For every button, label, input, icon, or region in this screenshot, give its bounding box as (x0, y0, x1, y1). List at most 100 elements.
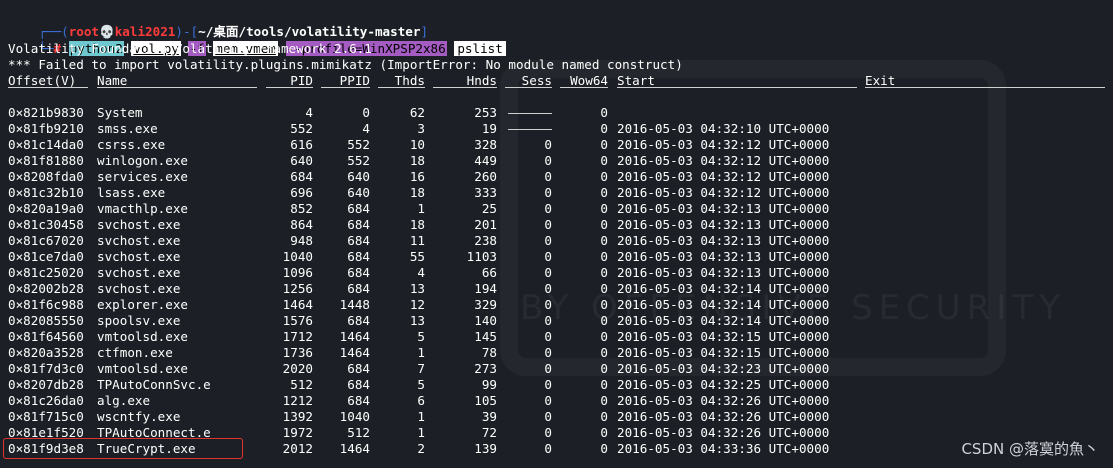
cell-wow64: 0 (600, 425, 608, 440)
cell-thds: 18 (409, 185, 425, 200)
cell-name: vmacthlp.exe (97, 201, 188, 216)
cell-offset: 0×81f715c0 (8, 409, 84, 424)
cell-offset: 0×821b9830 (8, 105, 84, 120)
cell-wow64: 0 (600, 377, 608, 392)
cell-thds: 18 (409, 217, 425, 232)
cell-offset: 0×81f64560 (8, 329, 84, 344)
cell-sess: 0 (544, 393, 552, 408)
cell-thds: 5 (417, 377, 425, 392)
cell-thds: 4 (417, 265, 425, 280)
cell-wow64: 0 (600, 361, 608, 376)
cmd-plugin: pslist (454, 41, 506, 56)
cell-offset: 0×81c67020 (8, 233, 84, 248)
cell-hnds: 25 (481, 201, 497, 216)
command-line[interactable]: └─# python2 vol.py -f mem.vmem --profile… (8, 25, 506, 56)
csdn-watermark: CSDN @落寞的魚丶 (961, 440, 1099, 458)
cell-name: spoolsv.exe (97, 313, 181, 328)
cell-name: wscntfy.exe (97, 409, 181, 424)
cell-sess: 0 (544, 345, 552, 360)
cell-hnds: 145 (474, 329, 497, 344)
cell-pid: 1736 (282, 345, 313, 360)
cell-offset: 0×820a19a0 (8, 201, 84, 216)
cell-name: System (97, 105, 143, 120)
terminal-window[interactable]: BY OFFENSIVE SECURITY ┌──(root💀kali2021)… (0, 0, 1113, 468)
cell-pid: 1212 (282, 393, 313, 408)
cell-hnds: 105 (474, 393, 497, 408)
cell-sess: 0 (544, 297, 552, 312)
cell-offset: 0×81f7d3c0 (8, 361, 84, 376)
table-row: 0×81c14da0 csrss.exe 616 552 10 328 0 0 2016-05-… (8, 137, 1108, 153)
cell-start: 2016-05-03 04:32:13 UTC+0000 (617, 249, 830, 264)
cell-name: svchost.exe (97, 281, 181, 296)
cell-ppid: 1464 (339, 329, 370, 344)
cell-ppid: 640 (347, 169, 370, 184)
cell-thds: 16 (409, 169, 425, 184)
header-underline (617, 87, 857, 88)
cell-offset: 0×81c26da0 (8, 393, 84, 408)
cell-start: 2016-05-03 04:32:12 UTC+0000 (617, 153, 830, 168)
cell-pid: 696 (290, 185, 313, 200)
cell-offset: 0×8208fda0 (8, 169, 84, 184)
cell-offset: 0×81ce7da0 (8, 249, 84, 264)
cell-sess: 0 (544, 441, 552, 456)
table-row: 0×820a19a0 vmacthlp.exe 852 684 1 25 0 0 2016-05… (8, 201, 1108, 217)
cell-sess: 0 (544, 201, 552, 216)
cell-pid: 1972 (282, 425, 313, 440)
cell-offset: 0×81fb9210 (8, 121, 84, 136)
cell-start: 2016-05-03 04:32:26 UTC+0000 (617, 425, 830, 440)
cell-pid: 512 (290, 377, 313, 392)
table-row: 0×81c26da0 alg.exe 1212 684 6 105 0 0 2016-05-03… (8, 393, 1108, 409)
cell-hnds: 329 (474, 297, 497, 312)
cell-name: services.exe (97, 169, 188, 184)
cell-hnds: 194 (474, 281, 497, 296)
table-row: 0×821b9830 System 4 0 62 253 0 (8, 105, 1108, 121)
cell-pid: 1392 (282, 409, 313, 424)
header-underline (378, 87, 425, 88)
cell-start: 2016-05-03 04:32:15 UTC+0000 (617, 329, 830, 344)
cell-ppid: 684 (347, 361, 370, 376)
warning-line: *** Failed to import volatility.plugins.… (8, 57, 683, 72)
cell-wow64: 0 (600, 345, 608, 360)
cell-thds: 11 (409, 233, 425, 248)
header-underline (505, 87, 552, 88)
cell-pid: 864 (290, 217, 313, 232)
cell-hnds: 78 (481, 345, 497, 360)
cell-thds: 10 (409, 137, 425, 152)
cell-sess: 0 (544, 169, 552, 184)
cell-hnds: 201 (474, 217, 497, 232)
cell-ppid: 684 (347, 393, 370, 408)
cell-wow64: 0 (600, 153, 608, 168)
cell-sess: 0 (544, 377, 552, 392)
cell-ppid: 684 (347, 377, 370, 392)
cell-ppid: 4 (362, 121, 370, 136)
banner-line: Volatility Foundation Volatility Framewo… (8, 41, 372, 56)
cell-ppid: 684 (347, 233, 370, 248)
cell-thds: 2 (417, 441, 425, 456)
cell-ppid: 640 (347, 185, 370, 200)
cell-pid: 1464 (282, 297, 313, 312)
cell-sess: 0 (544, 233, 552, 248)
cell-hnds: 39 (481, 409, 497, 424)
cell-hnds: 253 (474, 105, 497, 120)
cell-sess: 0 (544, 185, 552, 200)
table-row: 0×820a3528 ctfmon.exe 1736 1464 1 78 0 0 2016-05… (8, 345, 1108, 361)
cell-thds: 5 (417, 329, 425, 344)
cell-ppid: 1040 (339, 409, 370, 424)
table-row: 0×8208fda0 services.exe 684 640 16 260 0 0 2016-… (8, 169, 1108, 185)
cell-name: svchost.exe (97, 233, 181, 248)
cell-thds: 7 (417, 361, 425, 376)
cell-name: winlogon.exe (97, 153, 188, 168)
cell-sess: 0 (544, 281, 552, 296)
cell-start: 2016-05-03 04:32:12 UTC+0000 (617, 185, 830, 200)
cell-start: 2016-05-03 04:32:14 UTC+0000 (617, 313, 830, 328)
cell-start: 2016-05-03 04:32:25 UTC+0000 (617, 377, 830, 392)
cell-offset: 0×82002b28 (8, 281, 84, 296)
cell-pid: 1712 (282, 329, 313, 344)
header-underline (97, 87, 257, 88)
cell-pid: 616 (290, 137, 313, 152)
cell-sess: 0 (544, 137, 552, 152)
sess-dash (508, 113, 552, 114)
cell-pid: 1040 (282, 249, 313, 264)
table-row: 0×82002b28 svchost.exe 1256 684 13 194 0 0 2016-… (8, 281, 1108, 297)
cell-sess: 0 (544, 153, 552, 168)
